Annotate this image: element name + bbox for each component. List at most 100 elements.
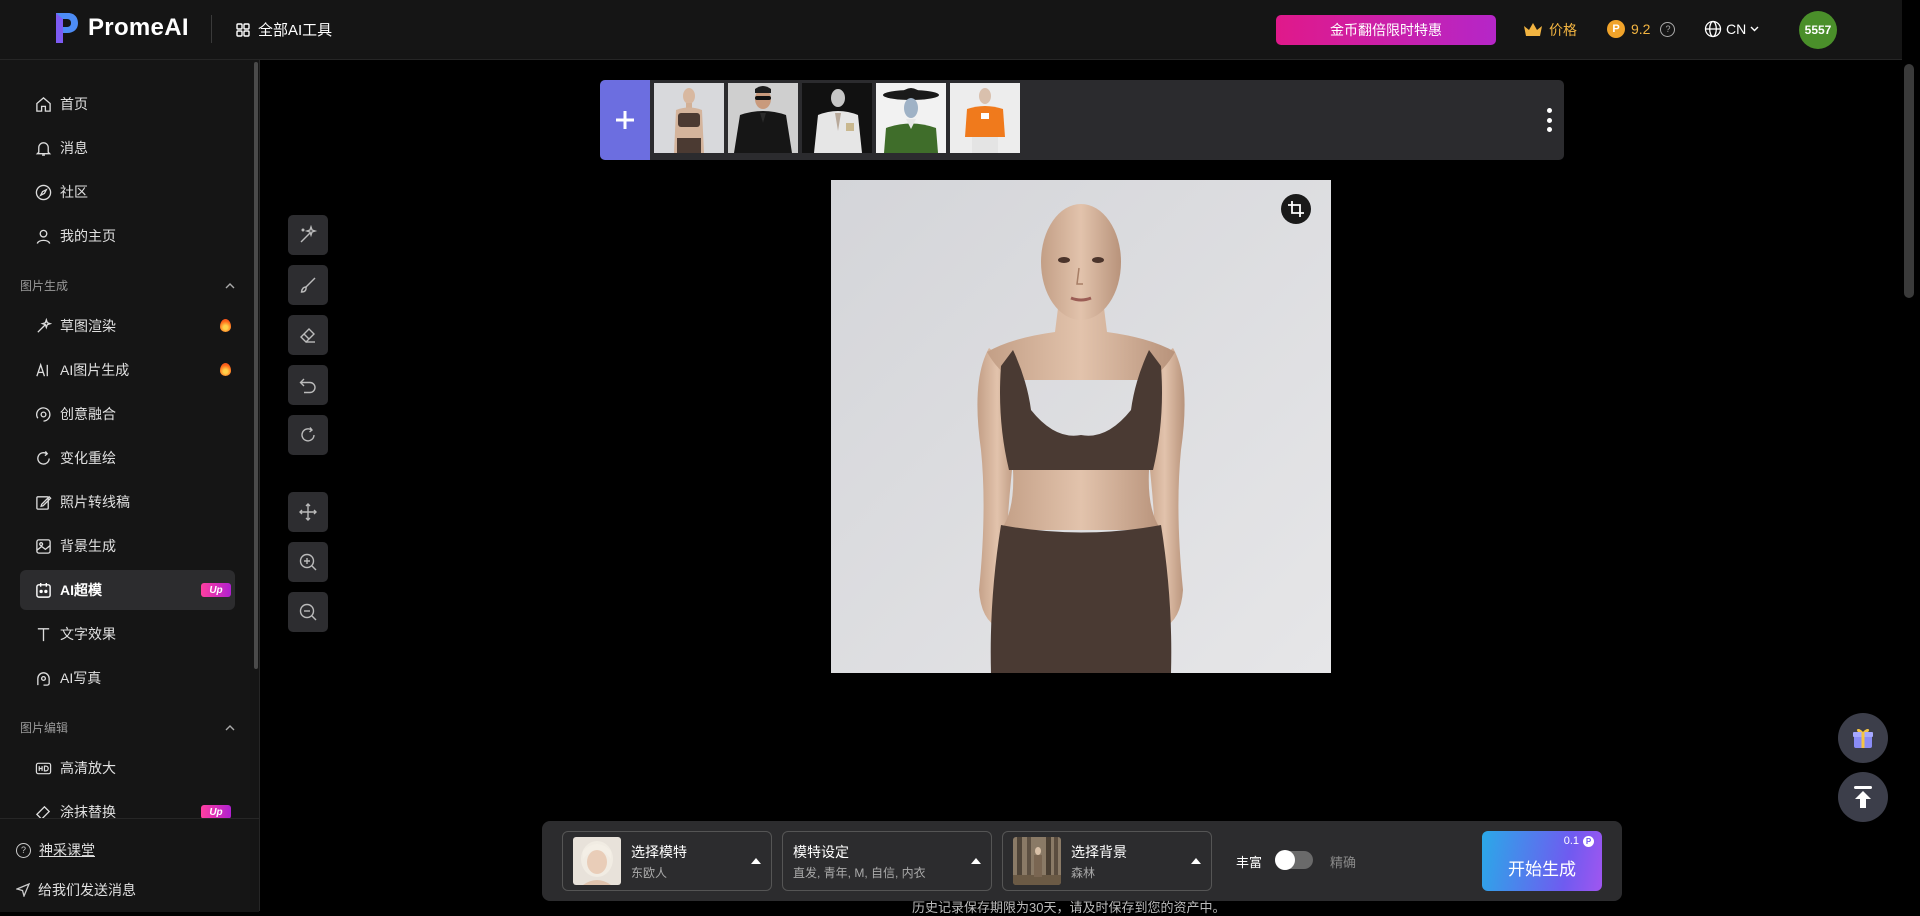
help-icon[interactable]: ?: [1660, 21, 1676, 37]
edit-icon: [36, 495, 52, 510]
history-notice: 历史记录保存期限为30天，请及时保存到您的资产中。: [912, 900, 1226, 915]
sidebar-item-background-gen[interactable]: 背景生成: [20, 526, 235, 566]
eraser-tool[interactable]: [288, 315, 328, 355]
fire-icon: [220, 363, 231, 376]
send-icon: [16, 883, 30, 897]
zoom-in-icon: [299, 553, 317, 571]
brush-icon: [300, 277, 316, 293]
gift-button[interactable]: [1838, 713, 1888, 763]
thumbnail-mannequin-orange-hoodie[interactable]: [950, 83, 1020, 153]
all-tools-label: 全部AI工具: [258, 22, 333, 39]
logo[interactable]: PromeAI: [54, 11, 189, 45]
sidebar-item-label: AI图片生成: [60, 362, 130, 378]
generate-label: 开始生成: [1508, 860, 1576, 879]
sidebar-item-label: 照片转线稿: [60, 494, 130, 510]
hd-icon: [35, 762, 52, 774]
compass-icon: [35, 184, 52, 200]
sidebar-item-label: 首页: [60, 96, 88, 112]
portrait-icon: [37, 671, 50, 686]
more-options-button[interactable]: [1546, 108, 1552, 132]
language-selector[interactable]: CN: [1704, 20, 1759, 38]
background-subtitle: 森林: [1071, 866, 1096, 880]
section-title: 图片生成: [20, 279, 69, 293]
feedback-link[interactable]: 给我们发送消息: [16, 880, 136, 900]
crop-icon: [1288, 201, 1304, 217]
caret-up-icon: [751, 858, 761, 864]
text-icon: [37, 627, 50, 641]
sidebar-item-sketch-render[interactable]: 草图渲染: [20, 306, 235, 346]
promeai-logo-icon: [56, 13, 78, 43]
image-history-strip: [600, 80, 1564, 160]
eraser-icon: [300, 328, 315, 343]
credits-balance[interactable]: P 9.2 ?: [1607, 20, 1676, 38]
sidebar-item-ai-supermodel[interactable]: AI超模 Up: [20, 570, 235, 610]
zoom-out-tool[interactable]: [288, 592, 328, 632]
main-image-canvas[interactable]: [831, 180, 1331, 673]
section-image-editing[interactable]: 图片编辑: [20, 719, 235, 736]
all-tools-menu[interactable]: 全部AI工具: [236, 19, 332, 40]
generate-button[interactable]: 0.1 P 开始生成: [1482, 831, 1602, 891]
sidebar-item-label: 草图渲染: [60, 318, 116, 334]
tutorial-link[interactable]: ? 神采课堂: [16, 840, 95, 860]
coin-icon: P: [1583, 835, 1594, 847]
sidebar-item-photo-to-lineart[interactable]: 照片转线稿: [20, 482, 235, 522]
top-bar: PromeAI 全部AI工具 金币翻倍限时特惠 价格 P 9.2 ? CN 55…: [0, 0, 1902, 60]
sidebar-item-ai-portrait[interactable]: AI写真: [20, 658, 235, 698]
sidebar-item-home[interactable]: 首页: [20, 84, 235, 124]
plus-icon: [616, 111, 634, 129]
avatar[interactable]: 5557: [1799, 11, 1837, 49]
dot-icon: [1546, 108, 1552, 113]
background-thumbnail: [1013, 837, 1061, 885]
redo-tool[interactable]: [288, 415, 328, 455]
sidebar-item-label: AI写真: [60, 670, 102, 686]
zoom-in-tool[interactable]: [288, 542, 328, 582]
sidebar-item-inpaint-replace[interactable]: 涂抹替换 Up: [20, 792, 235, 818]
caret-up-icon: [971, 858, 981, 864]
thumbnail-man-black-shirt[interactable]: [728, 83, 798, 153]
sidebar-scrollbar[interactable]: [254, 62, 258, 669]
sidebar-item-creative-blend[interactable]: 创意融合: [20, 394, 235, 434]
crop-button[interactable]: [1281, 194, 1311, 224]
model-title: 选择模特: [631, 844, 687, 860]
rich-precise-toggle[interactable]: [1275, 850, 1313, 870]
select-background-dropdown[interactable]: 选择背景 森林: [1002, 831, 1212, 891]
select-model-dropdown[interactable]: 选择模特 东欧人: [562, 831, 772, 891]
undo-tool[interactable]: [288, 365, 328, 405]
sidebar-item-ai-image[interactable]: AI图片生成: [20, 350, 235, 390]
thumbnail-mannequin-brown-top[interactable]: [654, 83, 724, 153]
price-link[interactable]: 价格: [1523, 20, 1577, 40]
sidebar-item-hd-upscale[interactable]: 高清放大: [20, 748, 235, 788]
blend-icon: [35, 406, 51, 422]
magic-wand-tool[interactable]: [288, 215, 328, 255]
section-image-generation[interactable]: 图片生成: [20, 277, 235, 294]
add-image-button[interactable]: [600, 80, 650, 160]
sidebar-item-label: 我的主页: [60, 228, 116, 244]
sidebar-footer: ? 神采课堂 给我们发送消息: [0, 818, 259, 912]
sidebar-item-my-page[interactable]: 我的主页: [20, 216, 235, 256]
move-tool[interactable]: [288, 492, 328, 532]
sidebar-item-messages[interactable]: 消息: [20, 128, 235, 168]
model-settings-dropdown[interactable]: 模特设定 直发, 青年, M, 自信, 内衣: [782, 831, 992, 891]
precise-label: 精确: [1330, 855, 1357, 870]
undo-icon: [299, 378, 316, 394]
up-badge: Up: [201, 583, 231, 597]
thumbnail-mannequin-white-jacket[interactable]: [802, 83, 872, 153]
sidebar-item-label: 文字效果: [60, 626, 116, 642]
sidebar-item-text-effects[interactable]: 文字效果: [20, 614, 235, 654]
ai-image-icon: [36, 362, 48, 376]
chevron-up-icon: [225, 282, 235, 288]
grid-icon: [236, 22, 250, 37]
sidebar-item-label: 社区: [60, 184, 88, 200]
thumbnail-mannequin-cowboy-hat[interactable]: [876, 83, 946, 153]
back-to-top-button[interactable]: [1838, 772, 1888, 822]
sidebar-item-community[interactable]: 社区: [20, 172, 235, 212]
feedback-label: 给我们发送消息: [38, 882, 136, 898]
promo-button[interactable]: 金币翻倍限时特惠: [1276, 15, 1496, 45]
generate-cost: 0.1 P: [1564, 835, 1594, 847]
redo-icon: [301, 427, 315, 442]
sidebar-item-variation[interactable]: 变化重绘: [20, 438, 235, 478]
page-scrollbar[interactable]: [1904, 64, 1914, 298]
chevron-up-icon: [225, 724, 235, 730]
globe-icon: [1704, 20, 1722, 38]
brush-tool[interactable]: [288, 265, 328, 305]
